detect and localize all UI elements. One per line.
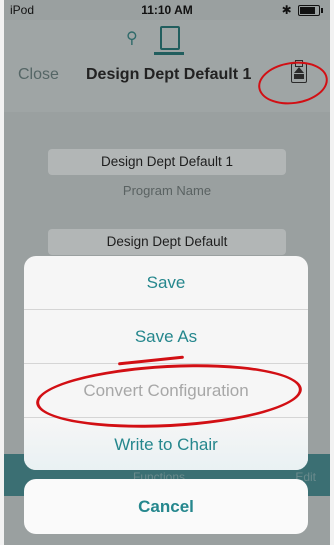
document-page-icon (160, 26, 180, 50)
program-name-field[interactable]: Design Dept Default 1 (48, 149, 286, 175)
tab-switcher: ⚲ (4, 22, 330, 55)
document-icon[interactable] (154, 26, 184, 55)
selected-tab-indicator (154, 52, 184, 55)
save-as-button[interactable]: Save As (24, 310, 308, 364)
action-sheet: Save Save As Convert Configuration Write… (24, 256, 308, 470)
bluetooth-icon: ✱ (281, 3, 292, 17)
cancel-button[interactable]: Cancel (24, 479, 308, 534)
status-bar: iPod 11:10 AM ✱ (4, 0, 330, 20)
save-button[interactable]: Save (24, 256, 308, 310)
program-name-label: Program Name (122, 183, 212, 198)
battery-icon (298, 5, 323, 17)
program-description-field[interactable]: Design Dept Default (48, 229, 286, 255)
page-title: Design Dept Default 1 (86, 66, 252, 83)
chair-icon[interactable]: ⚲ (126, 28, 138, 48)
status-right: ✱ (281, 3, 323, 17)
close-button[interactable]: Close (18, 66, 59, 84)
